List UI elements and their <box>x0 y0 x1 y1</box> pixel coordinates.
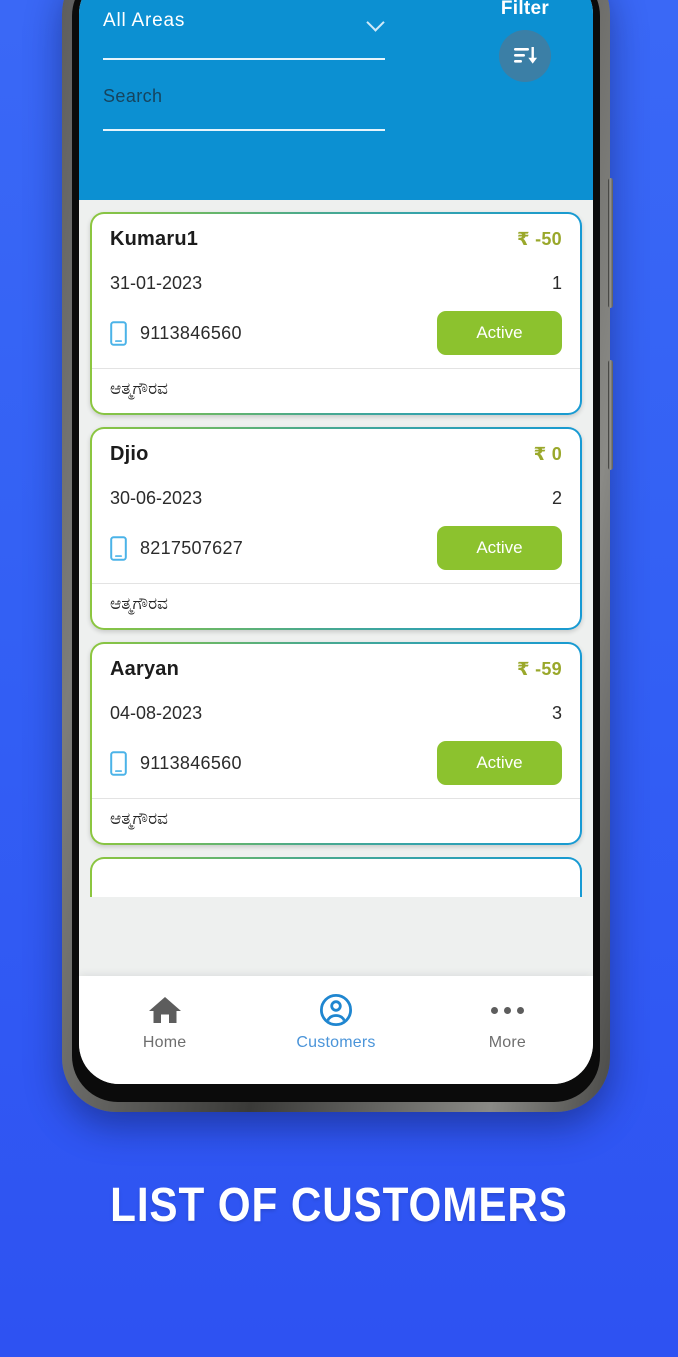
area-select[interactable]: All Areas <box>103 10 479 60</box>
customer-name: Aaryan <box>110 658 180 680</box>
customer-balance: ₹ -50 <box>516 229 562 249</box>
area-select-value: All Areas <box>103 10 186 31</box>
mobile-phone-icon <box>110 320 127 346</box>
phone-screen: All Areas Search Filter Kumaru1 ₹ -50 31… <box>79 0 593 1084</box>
customer-index: 1 <box>551 273 562 293</box>
customer-group: ಆತ್ಮಗೌರವ <box>92 368 580 413</box>
phone-volume-button <box>608 360 613 470</box>
app-header: All Areas Search Filter <box>79 0 593 200</box>
filter-label: Filter <box>500 0 550 19</box>
status-badge-active[interactable]: Active <box>437 311 562 355</box>
customer-phone: 9113846560 <box>140 322 242 343</box>
home-icon <box>148 997 181 1023</box>
customer-phone: 9113846560 <box>140 752 242 773</box>
customer-group: ಆತ್ಮಗೌರವ <box>92 583 580 628</box>
nav-label-home: Home <box>142 1034 187 1051</box>
customer-date: 04-08-2023 <box>110 703 203 723</box>
customer-name: Kumaru1 <box>110 228 199 250</box>
search-input[interactable]: Search <box>103 86 385 107</box>
status-badge-active[interactable]: Active <box>437 741 562 785</box>
bottom-navigation: Home Customers More <box>79 976 593 1084</box>
customer-list[interactable]: Kumaru1 ₹ -50 31-01-2023 1 9113846560 Ac… <box>79 200 593 960</box>
page-caption: LIST OF CUSTOMERS <box>110 1179 568 1232</box>
customer-date: 30-06-2023 <box>110 488 203 508</box>
user-circle-icon <box>319 993 352 1027</box>
customer-card[interactable]: Kumaru1 ₹ -50 31-01-2023 1 9113846560 Ac… <box>90 212 582 415</box>
more-dots-icon <box>490 1006 524 1014</box>
customer-card[interactable]: Djio ₹ 0 30-06-2023 2 8217507627 Active … <box>90 427 582 630</box>
customer-balance: ₹ 0 <box>533 444 562 464</box>
area-select-underline <box>103 58 385 60</box>
mobile-phone-icon <box>110 535 127 561</box>
customer-date: 31-01-2023 <box>110 273 203 293</box>
search-field[interactable]: Search <box>103 86 385 131</box>
nav-item-more[interactable]: More <box>423 992 593 1052</box>
phone-power-button <box>608 178 613 308</box>
nav-item-customers[interactable]: Customers <box>251 992 421 1052</box>
customer-balance: ₹ -59 <box>516 659 562 679</box>
customer-index: 2 <box>551 488 562 508</box>
customer-phone: 8217507627 <box>140 537 244 558</box>
phone-mockup: All Areas Search Filter Kumaru1 ₹ -50 31… <box>62 0 613 1112</box>
header-fields: All Areas Search <box>103 0 479 131</box>
nav-item-home[interactable]: Home <box>80 992 250 1052</box>
customer-card[interactable]: Aaryan ₹ -59 04-08-2023 3 9113846560 Act… <box>90 642 582 845</box>
filter-control[interactable]: Filter <box>479 0 571 82</box>
nav-label-more: More <box>488 1034 526 1051</box>
chevron-down-icon <box>367 14 385 32</box>
phone-bezel: All Areas Search Filter Kumaru1 ₹ -50 31… <box>72 0 600 1102</box>
nav-label-customers: Customers <box>296 1034 376 1051</box>
sort-filter-icon <box>514 47 538 64</box>
search-underline <box>103 129 385 131</box>
customer-card-partial[interactable] <box>90 857 582 897</box>
mobile-phone-icon <box>110 750 127 776</box>
customer-group: ಆತ್ಮಗೌರವ <box>92 798 580 843</box>
customer-index: 3 <box>551 703 562 723</box>
customer-name: Djio <box>110 443 149 465</box>
status-badge-active[interactable]: Active <box>437 526 562 570</box>
filter-button[interactable] <box>499 30 551 82</box>
